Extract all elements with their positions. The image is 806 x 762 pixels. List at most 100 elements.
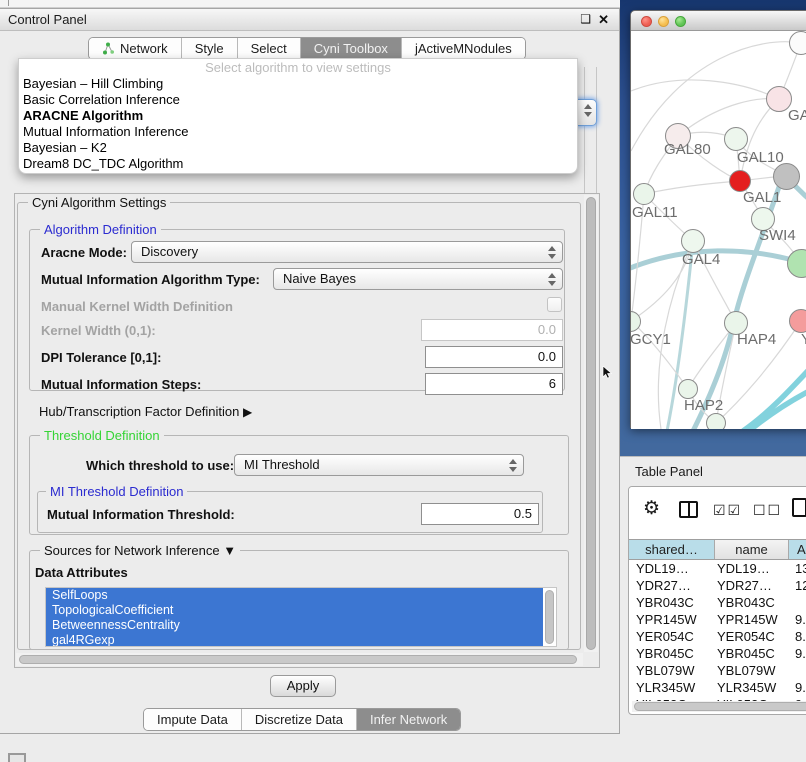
document-icon[interactable] xyxy=(792,498,806,517)
cyni-settings-title: Cyni Algorithm Settings xyxy=(28,195,170,210)
table-horizontal-scrollbar[interactable] xyxy=(632,701,806,712)
network-node-unnamed-gray[interactable] xyxy=(773,163,800,190)
network-node-gal11[interactable] xyxy=(633,183,655,205)
settings-vertical-scrollbar[interactable] xyxy=(584,195,598,652)
aracne-mode-value: Discovery xyxy=(141,244,198,259)
combobox-spinner-icon xyxy=(509,458,517,473)
attributes-list-scrollbar[interactable] xyxy=(545,590,554,644)
table-row[interactable]: YER054CYER054C8. xyxy=(629,628,806,645)
manual-kernel-width-checkbox[interactable] xyxy=(547,297,562,312)
network-edge xyxy=(644,181,740,194)
column-header-name[interactable]: name xyxy=(715,540,789,559)
network-node-label: GAL1 xyxy=(743,189,781,206)
tab-select[interactable]: Select xyxy=(237,38,300,59)
data-attribute-item[interactable]: TopologicalCoefficient xyxy=(46,603,543,618)
table-row[interactable]: YBR045CYBR045C9. xyxy=(629,645,806,662)
network-node-label: Y xyxy=(801,331,806,348)
algorithm-option[interactable]: Basic Correlation Inference xyxy=(19,92,577,108)
tab-network[interactable]: Network xyxy=(89,38,181,59)
tab-style[interactable]: Style xyxy=(181,38,237,59)
network-node-gal4[interactable] xyxy=(681,229,705,253)
which-threshold-combobox[interactable]: MI Threshold xyxy=(234,454,524,476)
table-row[interactable]: YBR043CYBR043C xyxy=(629,594,806,611)
algorithm-option[interactable]: Mutual Information Inference xyxy=(19,124,577,140)
data-attributes-label: Data Attributes xyxy=(35,565,128,580)
column-header-shared-name[interactable]: shared… xyxy=(629,540,715,559)
control-panel-tabbar: Network Style Select Cyni Toolbox jActiv… xyxy=(88,37,526,60)
data-attribute-item[interactable]: SelfLoops xyxy=(46,588,543,603)
algorithm-dropdown-list: Bayesian – Hill ClimbingBasic Correlatio… xyxy=(19,76,577,172)
algorithm-option[interactable]: ARACNE Algorithm xyxy=(19,108,577,124)
network-node-label: HAP2 xyxy=(684,397,723,414)
columns-icon[interactable] xyxy=(679,501,698,518)
close-traffic-light-icon[interactable] xyxy=(641,16,652,27)
apply-button[interactable]: Apply xyxy=(270,675,336,697)
minimize-traffic-light-icon[interactable] xyxy=(658,16,669,27)
data-attribute-item[interactable]: BetweennessCentrality xyxy=(46,618,543,633)
settings-horizontal-scrollbar[interactable] xyxy=(16,653,583,666)
expander-down-arrow-icon: ▼ xyxy=(223,543,236,558)
network-node-unnamed-salmon[interactable] xyxy=(789,309,806,333)
table-panel-title: Table Panel xyxy=(635,464,703,479)
dpi-tolerance-field[interactable]: 0.0 xyxy=(425,346,563,368)
network-canvas[interactable]: GALGAL80GAL10GAL1GAL11SWI4GAL4GCY1HAP4YH… xyxy=(631,31,806,429)
table-body: YDL19…YDL19…13YDR27…YDR27…12YBR043CYBR04… xyxy=(629,560,806,701)
network-node-label: SWI4 xyxy=(759,227,796,244)
table-row[interactable]: YPR145WYPR145W9. xyxy=(629,611,806,628)
mouse-cursor-icon xyxy=(602,366,614,379)
hub-definition-expander[interactable]: Hub/Transcription Factor Definition ▶ xyxy=(39,404,252,419)
network-edge xyxy=(631,80,779,99)
tab-impute-data[interactable]: Impute Data xyxy=(144,709,241,730)
network-node-label: GAL4 xyxy=(682,251,720,268)
table-row[interactable]: YDL19…YDL19…13 xyxy=(629,560,806,577)
table-row[interactable]: YDR27…YDR27…12 xyxy=(629,577,806,594)
combobox-spinner-icon xyxy=(548,272,556,287)
hidden-combobox-fragment[interactable] xyxy=(577,99,597,126)
select-all-icon[interactable]: ☑☑ xyxy=(713,502,742,519)
network-node-unnamed-bottom[interactable] xyxy=(706,413,726,429)
tab-cyni-toolbox[interactable]: Cyni Toolbox xyxy=(300,38,401,59)
table-header-row: shared… name A xyxy=(629,539,806,560)
network-node-top-partial[interactable] xyxy=(789,31,806,55)
mi-threshold-field[interactable]: 0.5 xyxy=(421,503,539,525)
sources-title[interactable]: Sources for Network Inference ▼ xyxy=(40,543,240,558)
zoom-traffic-light-icon[interactable] xyxy=(675,16,686,27)
network-icon xyxy=(102,42,115,55)
tab-discretize-data[interactable]: Discretize Data xyxy=(241,709,356,730)
float-window-icon[interactable]: ❑ xyxy=(580,13,591,26)
aracne-mode-label: Aracne Mode: xyxy=(41,245,127,260)
which-threshold-value: MI Threshold xyxy=(244,457,320,472)
network-node-label: GAL11 xyxy=(632,204,678,221)
algorithm-option[interactable]: Bayesian – Hill Climbing xyxy=(19,76,577,92)
network-node-label: GAL10 xyxy=(737,149,784,166)
aracne-mode-combobox[interactable]: Discovery xyxy=(131,241,563,263)
kernel-width-label: Kernel Width (0,1): xyxy=(41,323,156,338)
mi-threshold-title: MI Threshold Definition xyxy=(46,484,187,499)
control-panel-titlebar: Control Panel ❑ ✕ xyxy=(0,9,619,31)
manual-kernel-width-label: Manual Kernel Width Definition xyxy=(41,299,233,314)
close-window-icon[interactable]: ✕ xyxy=(598,13,609,26)
algorithm-option[interactable]: Dream8 DC_TDC Algorithm xyxy=(19,156,577,172)
minimized-panel-icon[interactable] xyxy=(8,753,26,762)
data-attribute-item[interactable]: gal4RGexp xyxy=(46,633,543,647)
table-toolbar: ⚙ ☑☑ ☐☐ xyxy=(629,487,806,539)
algorithm-dropdown-placeholder: Select algorithm to view settings xyxy=(19,59,577,76)
kernel-width-field[interactable]: 0.0 xyxy=(421,319,563,341)
deselect-all-icon[interactable]: ☐☐ xyxy=(753,502,782,519)
tab-jactivemnodules[interactable]: jActiveMNodules xyxy=(401,38,525,59)
gear-icon[interactable]: ⚙ xyxy=(643,497,660,520)
tab-infer-network[interactable]: Infer Network xyxy=(356,709,460,730)
table-row[interactable]: YBL079WYBL079W xyxy=(629,662,806,679)
app-toolbar-bottom-strip xyxy=(0,0,620,8)
network-node-gal10[interactable] xyxy=(724,127,748,151)
table-row[interactable]: YLR345WYLR345W9. xyxy=(629,679,806,696)
mi-algorithm-type-combobox[interactable]: Naive Bayes xyxy=(273,268,563,290)
table-panel-titlebar: Table Panel xyxy=(620,456,806,486)
algorithm-option[interactable]: Bayesian – K2 xyxy=(19,140,577,156)
column-header-clipped[interactable]: A xyxy=(789,540,806,559)
network-node-hap2[interactable] xyxy=(678,379,698,399)
table-panel: ⚙ ☑☑ ☐☐ shared… name A YDL19…YDL19…13YDR… xyxy=(628,486,806,715)
mi-steps-field[interactable]: 6 xyxy=(425,373,563,395)
network-window-titlebar[interactable] xyxy=(631,11,806,31)
data-attributes-list: SelfLoopsTopologicalCoefficientBetweenne… xyxy=(45,587,557,647)
